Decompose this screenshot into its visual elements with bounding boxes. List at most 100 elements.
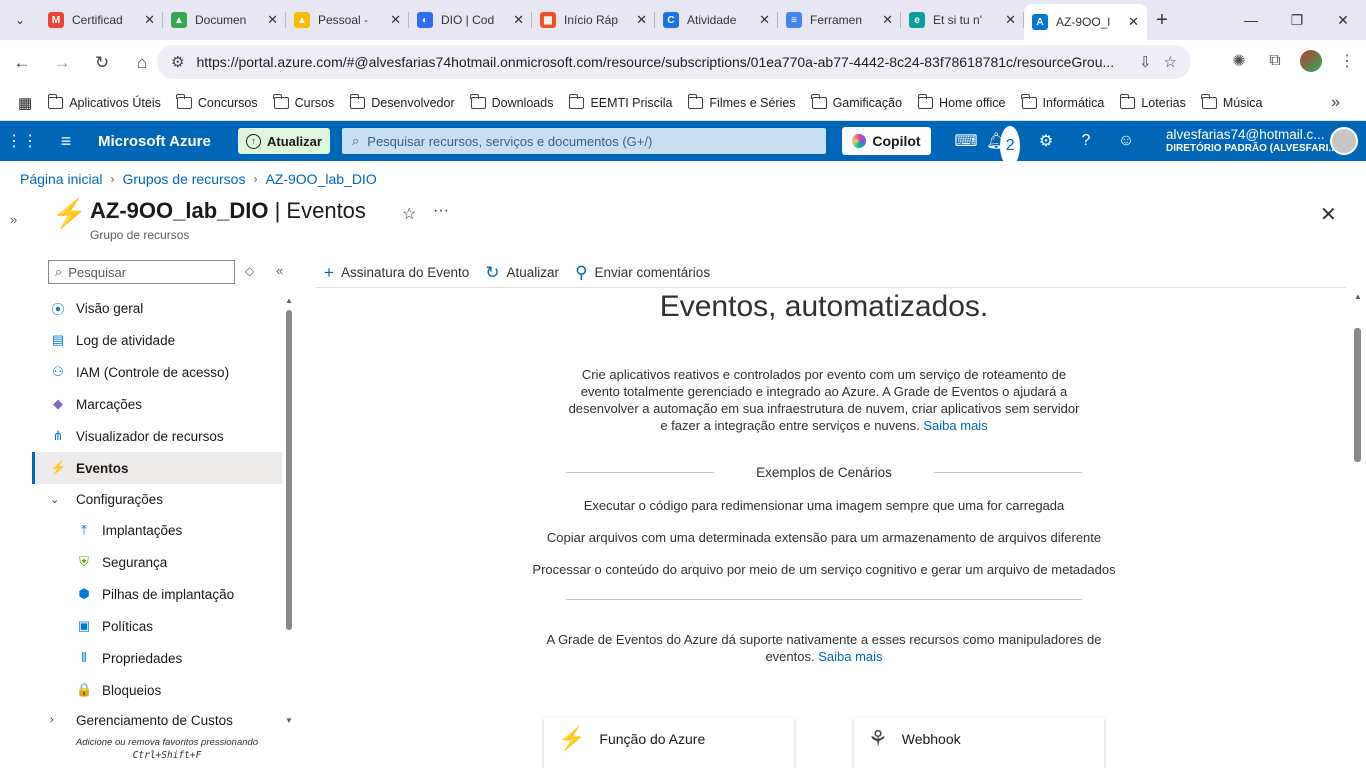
menu-item[interactable]: ⛨ Segurança	[32, 546, 282, 578]
breadcrumb-home[interactable]: Página inicial	[20, 171, 103, 187]
minimize-button[interactable]: —	[1228, 0, 1274, 40]
scroll-down-icon[interactable]: ▼	[285, 716, 293, 725]
close-tab-icon[interactable]: ✕	[390, 12, 401, 28]
browser-tab[interactable]: M Certificad ✕	[40, 0, 163, 40]
bookmark-folder[interactable]: Downloads	[463, 93, 562, 110]
scroll-up-icon[interactable]: ▲	[285, 296, 293, 305]
apps-grid-icon[interactable]: ▦	[10, 94, 40, 112]
bookmark-folder[interactable]: Desenvolvedor	[342, 93, 462, 110]
feedback-icon[interactable]: ☺	[1106, 121, 1146, 161]
scroll-up-icon[interactable]: ▲	[1354, 292, 1362, 301]
url-bar[interactable]: ⚙ https://portal.azure.com/#@alvesfarias…	[157, 45, 1191, 79]
install-app-icon[interactable]: ⇩	[1139, 53, 1152, 71]
browser-tab[interactable]: ≡ Ferramen ✕	[778, 0, 901, 40]
browser-tab[interactable]: ▲ Documen ✕	[163, 0, 286, 40]
close-tab-icon[interactable]: ✕	[267, 12, 278, 28]
tab-search-icon[interactable]: ⌄	[0, 0, 40, 40]
bookmark-folder[interactable]: Aplicativos Úteis	[40, 93, 169, 110]
browser-tab[interactable]: C Atividade ✕	[655, 0, 778, 40]
menu-search-input[interactable]: ⌕ Pesquisar	[48, 260, 235, 284]
bookmark-star-icon[interactable]: ☆	[1164, 53, 1177, 71]
browser-tab[interactable]: A AZ-9OO_l ✕	[1024, 4, 1147, 40]
bookmark-folder[interactable]: Loterias	[1112, 93, 1193, 110]
bookmark-folder[interactable]: Concursos	[169, 93, 266, 110]
update-button[interactable]: ↑ Atualizar	[238, 128, 330, 154]
support-learn-more-link[interactable]: Saiba mais	[818, 649, 882, 664]
back-button[interactable]: ←	[4, 53, 40, 73]
menu-item[interactable]: ⤒ Implantações	[32, 514, 282, 546]
browser-tab[interactable]: ▦ Início Ráp ✕	[532, 0, 655, 40]
new-tab-button[interactable]: +	[1147, 9, 1177, 32]
close-tab-icon[interactable]: ✕	[636, 12, 647, 28]
content-scroll-thumb[interactable]	[1354, 328, 1361, 462]
favorite-star-icon[interactable]: ☆	[402, 204, 416, 224]
menu-item[interactable]: ⦀ Propriedades	[32, 642, 282, 674]
menu-item[interactable]: ▣ Políticas	[32, 610, 282, 642]
learn-more-link[interactable]: Saiba mais	[923, 418, 987, 433]
profile-avatar[interactable]	[1300, 50, 1322, 72]
bookmark-folder[interactable]: Home office	[910, 93, 1013, 110]
settings-gear-icon[interactable]: ⚙	[1026, 121, 1066, 161]
maximize-button[interactable]: ❐	[1274, 0, 1320, 40]
menu-item[interactable]: ⦿ Visão geral	[32, 292, 282, 324]
menu-item[interactable]: ⬢ Pilhas de implantação	[32, 578, 282, 610]
breadcrumb-resource-group[interactable]: AZ-9OO_lab_DIO	[265, 171, 376, 187]
sort-icon[interactable]: ◇	[245, 264, 254, 278]
bookmark-folder[interactable]: EEMTI Priscila	[561, 93, 680, 110]
browser-tab[interactable]: ▲ Pessoal - ✕	[286, 0, 409, 40]
close-tab-icon[interactable]: ✕	[1128, 14, 1139, 30]
bookmark-folder[interactable]: Música	[1194, 93, 1271, 110]
breadcrumb-resource-groups[interactable]: Grupos de recursos	[123, 171, 246, 187]
bookmark-folder[interactable]: Informática	[1014, 93, 1113, 110]
refresh-button[interactable]: ↻ Atualizar	[485, 263, 559, 283]
account-info[interactable]: alvesfarias74@hotmail.c... DIRETÓRIO PAD…	[1166, 127, 1337, 155]
close-window-button[interactable]: ✕	[1320, 0, 1366, 40]
global-search-input[interactable]: ⌕ Pesquisar recursos, serviços e documen…	[342, 128, 826, 154]
expand-sidebar-icon[interactable]: »	[10, 212, 17, 227]
url-text[interactable]: https://portal.azure.com/#@alvesfarias74…	[196, 54, 1127, 70]
close-blade-icon[interactable]: ✕	[1320, 202, 1337, 227]
azure-brand[interactable]: Microsoft Azure	[98, 133, 238, 150]
menu-item[interactable]: ⌄ Configurações	[32, 484, 282, 514]
azure-function-card[interactable]: ⚡ Função do Azure	[544, 718, 794, 768]
extension-icon[interactable]: ✺	[1228, 51, 1250, 71]
copilot-button[interactable]: Copilot	[842, 127, 931, 155]
bookmark-folder[interactable]: Cursos	[266, 93, 343, 110]
help-icon[interactable]: ?	[1066, 121, 1106, 161]
menu-item[interactable]: › Gerenciamento de Custos	[32, 706, 282, 734]
menu-scroll-thumb[interactable]	[286, 310, 292, 630]
more-options-icon[interactable]: ···	[433, 202, 449, 220]
browser-tab[interactable]: ◐ DIO | Cod ✕	[409, 0, 532, 40]
browser-tab[interactable]: e Et si tu n' ✕	[901, 0, 1024, 40]
notifications-bell-icon[interactable]: 🔔︎ 2	[986, 121, 1026, 166]
menu-item[interactable]: ⚡ Eventos	[32, 452, 282, 484]
forward-button[interactable]: →	[44, 53, 80, 73]
hamburger-menu-icon[interactable]: ≡	[44, 131, 88, 152]
collapse-menu-icon[interactable]: «	[276, 263, 283, 278]
close-tab-icon[interactable]: ✕	[144, 12, 155, 28]
more-bookmarks-icon[interactable]: »	[1331, 94, 1340, 112]
close-tab-icon[interactable]: ✕	[1005, 12, 1016, 28]
close-tab-icon[interactable]: ✕	[513, 12, 524, 28]
extensions-puzzle-icon[interactable]: ⧉	[1264, 52, 1286, 70]
close-tab-icon[interactable]: ✕	[759, 12, 770, 28]
webhook-card[interactable]: ⚘ Webhook	[854, 718, 1104, 768]
home-button[interactable]: ⌂	[124, 53, 160, 73]
bookmark-folder[interactable]: Filmes e Séries	[680, 93, 803, 110]
event-subscription-button[interactable]: + Assinatura do Evento	[324, 263, 469, 283]
menu-item[interactable]: ▤ Log de atividade	[32, 324, 282, 356]
menu-item[interactable]: 🔒 Bloqueios	[32, 674, 282, 706]
bookmark-folder[interactable]: Gamificação	[804, 93, 910, 110]
menu-item[interactable]: ⋔ Visualizador de recursos	[32, 420, 282, 452]
close-tab-icon[interactable]: ✕	[882, 12, 893, 28]
menu-item[interactable]: ⚇ IAM (Controle de acesso)	[32, 356, 282, 388]
content-scrollbar[interactable]: ▲	[1353, 292, 1363, 768]
menu-item[interactable]: ◆ Marcações	[32, 388, 282, 420]
reload-button[interactable]: ↻	[84, 53, 120, 73]
menu-scrollbar[interactable]: ▲ ▼	[285, 296, 293, 728]
cloud-shell-icon[interactable]: ⌨	[946, 121, 986, 161]
send-feedback-button[interactable]: ⚲ Enviar comentários	[575, 263, 710, 283]
account-avatar[interactable]	[1330, 127, 1358, 155]
site-info-icon[interactable]: ⚙	[171, 53, 184, 71]
portal-menu-grid-icon[interactable]: ⋮⋮	[0, 131, 44, 151]
